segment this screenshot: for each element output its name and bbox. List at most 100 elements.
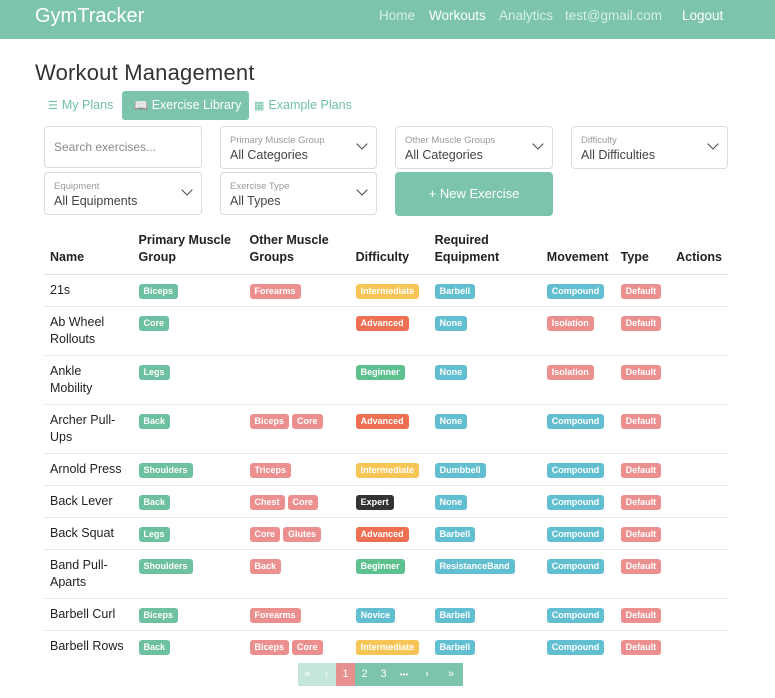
ellipsis-page-button[interactable]: ••• [393,663,415,686]
primary-muscle-cell: Shoulders [132,453,244,486]
next-page-button[interactable]: › [415,663,439,686]
table-row[interactable]: Barbell Curl Biceps Forearms Novice Barbell C… [44,598,728,631]
book-icon: 📖 [134,100,148,112]
table-row[interactable]: Band Pull-Aparts Shoulders Back Beginner Res… [44,549,728,599]
equipment-cell: None [428,404,541,454]
tab-my-plans[interactable]: ☰ My Plans [48,91,113,120]
table-row[interactable]: Barbell Rows Back Biceps Core Intermediate Ba… [44,630,728,662]
nav-workouts-link[interactable]: Workouts [429,8,486,23]
actions-cell [670,517,728,550]
primary-muscle-badge: Back [138,495,171,510]
other-muscles-cell [243,355,350,405]
equipment-badge: None [434,414,468,429]
equipment-badge: None [434,495,468,510]
primary-muscle-badge: Biceps [138,608,179,623]
equipment-badge: Barbell [434,284,476,299]
table-row[interactable]: 21s Biceps Forearms Intermediate Barbell Comp… [44,274,728,307]
tab-example-plans[interactable]: ▦ Example Plans [254,91,352,120]
other-muscle-badge: Biceps [249,640,290,655]
other-muscle-badge: Core [249,527,281,542]
movement-cell: Compound [540,630,615,662]
movement-cell: Compound [540,485,615,518]
exercise-name-cell: Ankle Mobility [44,355,133,405]
search-input[interactable] [44,126,202,168]
equipment-badge: Barbell [434,608,476,623]
exercise-name: Band Pull-Aparts [50,558,108,589]
table-row[interactable]: Archer Pull-Ups Back Biceps Core Advanced Non… [44,404,728,454]
table-row[interactable]: Back Squat Legs Core Glutes Advanced Barbell C… [44,517,728,550]
difficulty-badge: Advanced [355,414,409,429]
equipment-cell: Barbell [428,517,541,550]
difficulty-cell: Beginner [349,355,429,405]
table-row[interactable]: Arnold Press Shoulders Triceps Intermediate… [44,453,728,486]
select-label: Primary Muscle Group [230,135,325,146]
table-row[interactable]: Ankle Mobility Legs Beginner None Isolation D… [44,355,728,405]
nav-home-link[interactable]: Home [379,8,415,23]
col-header-type: Type [614,228,671,275]
brand-logo[interactable]: GymTracker [35,5,144,28]
table-icon: ▦ [254,100,265,112]
nav-logout-link[interactable]: Logout [682,8,723,23]
first-page-button[interactable]: « [298,663,317,686]
page-2-button[interactable]: 2 [355,663,374,686]
select-label: Equipment [54,181,100,192]
type-badge: Default [620,284,662,299]
table-row[interactable]: Ab Wheel Rollouts Core Advanced None Isolati… [44,306,728,356]
type-cell: Default [614,598,671,631]
movement-badge: Compound [546,463,605,478]
difficulty-badge: Beginner [355,365,405,380]
nav-analytics-link[interactable]: Analytics [499,8,553,23]
difficulty-badge: Novice [355,608,396,623]
tab-label: Exercise Library [151,98,242,112]
primary-muscle-select[interactable]: Primary Muscle Group All Categories [220,126,377,169]
type-cell: Default [614,404,671,454]
movement-badge: Compound [546,640,605,655]
movement-badge: Compound [546,495,605,510]
primary-muscle-badge: Back [138,414,171,429]
equipment-cell: ResistanceBand [428,549,541,599]
other-muscles-cell: Forearms [243,598,350,631]
top-navbar: GymTracker Home Workouts Analytics test@… [0,0,775,39]
exercise-type-select[interactable]: Exercise Type All Types [220,172,377,215]
nav-user-email[interactable]: test@gmail.com [565,8,662,23]
difficulty-cell: Advanced [349,517,429,550]
tab-label: My Plans [61,98,114,112]
primary-muscle-badge: Legs [138,365,170,380]
primary-muscle-badge: Core [138,316,170,331]
difficulty-badge: Advanced [355,316,409,331]
primary-muscle-cell: Legs [132,355,244,405]
movement-cell: Compound [540,404,615,454]
select-label: Other Muscle Groups [405,135,496,146]
actions-cell [670,453,728,486]
difficulty-cell: Expert [349,485,429,518]
movement-cell: Compound [540,549,615,599]
difficulty-cell: Intermediate [349,630,429,662]
select-value: All Categories [230,148,308,162]
other-muscle-badge: Core [292,414,323,429]
table-row[interactable]: Back Lever Back Chest Core Expert None Compoun… [44,485,728,518]
equipment-badge: None [434,365,468,380]
primary-muscle-cell: Back [132,630,244,662]
new-exercise-button[interactable]: + New Exercise [395,172,553,216]
primary-muscle-cell: Shoulders [132,549,244,599]
prev-page-button[interactable]: ‹ [317,663,336,686]
select-value: All Difficulties [581,148,656,162]
tab-exercise-library[interactable]: 📖 Exercise Library [122,91,250,120]
other-muscles-cell: Forearms [243,274,350,307]
page-3-button[interactable]: 3 [374,663,393,686]
primary-muscle-cell: Biceps [132,598,244,631]
equipment-select[interactable]: Equipment All Equipments [44,172,202,215]
last-page-button[interactable]: » [439,663,463,686]
exercise-name: Archer Pull-Ups [50,413,116,444]
other-muscle-badge: Triceps [249,463,292,478]
other-muscle-select[interactable]: Other Muscle Groups All Categories [395,126,553,169]
difficulty-cell: Advanced [349,306,429,356]
movement-badge: Compound [546,414,605,429]
col-header-actions: Actions [670,228,728,275]
difficulty-select[interactable]: Difficulty All Difficulties [571,126,728,169]
exercise-name: Barbell Curl [50,607,116,621]
list-icon: ☰ [48,100,58,112]
page-1-button[interactable]: 1 [336,663,355,686]
other-muscle-badge: Core [287,495,319,510]
type-badge: Default [620,365,662,380]
